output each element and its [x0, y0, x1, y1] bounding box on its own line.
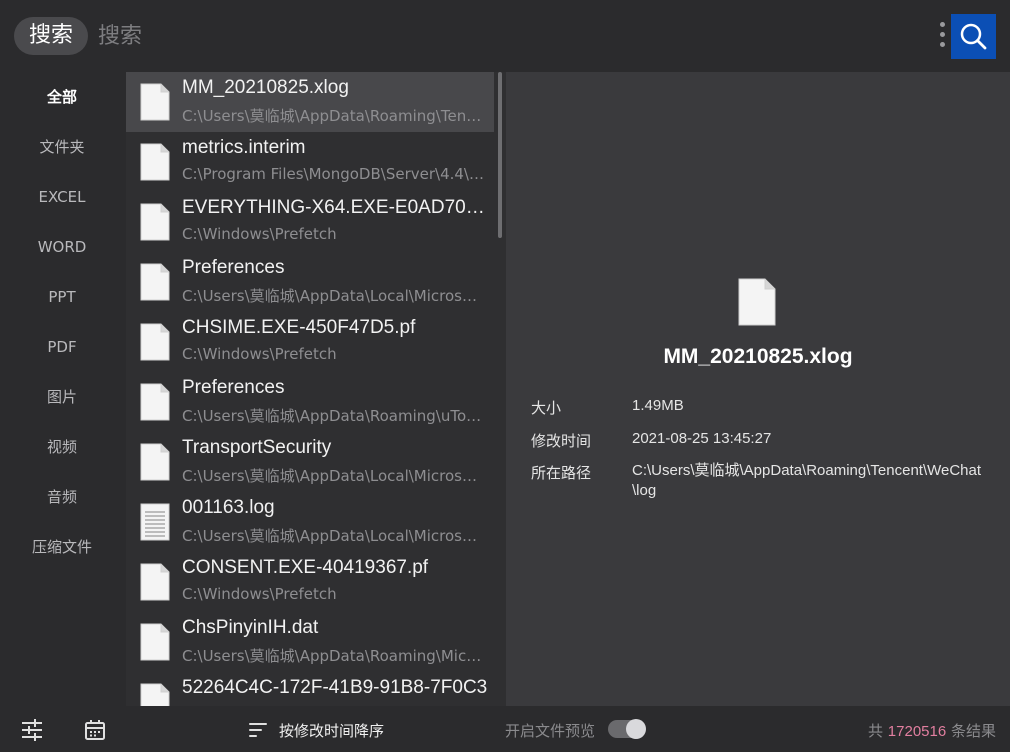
result-path: C:\Users\莫临城\AppData\Roaming\Microsoft [182, 647, 484, 665]
result-row[interactable]: 001163.log C:\Users\莫临城\AppData\Local\Mic… [126, 492, 494, 552]
path-value: C:\Users\莫临城\AppData\Roaming\Tencent\WeC… [632, 462, 982, 499]
list-scrollbar[interactable] [498, 72, 502, 238]
preview-toggle[interactable] [608, 719, 646, 739]
blank-file-icon [140, 263, 170, 301]
blank-file-icon [140, 443, 170, 481]
blank-file-icon [140, 623, 170, 661]
blank-file-icon [140, 323, 170, 361]
result-path: C:\Windows\Prefetch [182, 225, 337, 243]
sort-order-button[interactable]: 按修改时间降序 [279, 720, 384, 741]
result-path: C:\Users\莫临城\AppData\Local\Microsoft\Edg… [182, 287, 484, 305]
sidebar-item[interactable]: 全部 [0, 82, 124, 112]
sidebar-item[interactable]: PPT [0, 282, 124, 312]
search-input[interactable] [98, 17, 918, 55]
toggle-knob [626, 719, 646, 739]
modified-label: 修改时间 [531, 432, 592, 450]
sidebar-item[interactable]: WORD [0, 232, 124, 262]
result-row[interactable]: CONSENT.EXE-40419367.pf C:\Windows\Prefet… [126, 552, 494, 612]
count-prefix: 共 [868, 722, 884, 740]
count-number: 1720516 [887, 723, 947, 740]
blank-file-icon [140, 563, 170, 601]
sidebar-item[interactable]: 压缩文件 [0, 532, 124, 562]
preview-file-name: MM_20210825.xlog [663, 345, 853, 368]
result-name: EVERYTHING-X64.EXE-E0AD7022.pf [182, 197, 492, 218]
result-path: C:\Users\莫临城\AppData\Roaming\uTools [182, 407, 484, 425]
sidebar-item[interactable]: 图片 [0, 382, 124, 412]
size-value: 1.49MB [632, 397, 684, 414]
more-options-icon[interactable] [936, 22, 948, 52]
header-bar: 搜索 [0, 0, 1010, 72]
category-sidebar: 全部文件夹 EXCEL WORD PPT PDF 图片视频音频压缩文件 [0, 72, 124, 706]
sort-icon[interactable] [246, 718, 270, 742]
path-label: 所在路径 [531, 464, 592, 482]
result-count: 共 1720516 条结果 [868, 720, 996, 741]
result-name: Preferences [182, 377, 285, 398]
blank-file-icon [140, 383, 170, 421]
result-name: ChsPinyinIH.dat [182, 617, 319, 638]
sidebar-item[interactable]: 音频 [0, 482, 124, 512]
result-name: 52264C4C-172F-41B9-91B8-7F0C3 [182, 677, 488, 698]
result-row[interactable]: Preferences C:\Users\莫临城\AppData\Local\Mi… [126, 252, 494, 312]
result-name: metrics.interim [182, 137, 306, 158]
result-row[interactable]: CHSIME.EXE-450F47D5.pf C:\Windows\Prefetc… [126, 312, 494, 372]
blank-file-icon [140, 143, 170, 181]
result-row[interactable]: 52264C4C-172F-41B9-91B8-7F0C3 [126, 672, 494, 706]
results-list: MM_20210825.xlog C:\Users\莫临城\AppData\Roa… [126, 72, 506, 706]
search-button[interactable] [951, 14, 996, 59]
blank-file-icon [140, 83, 170, 121]
search-icon [960, 23, 987, 50]
result-name: Preferences [182, 257, 285, 278]
result-path: C:\Windows\Prefetch [182, 585, 337, 603]
result-name: CHSIME.EXE-450F47D5.pf [182, 317, 416, 338]
result-path: C:\Users\莫临城\AppData\Local\Microsoft\Edg… [182, 467, 484, 485]
filter-sliders-icon[interactable] [20, 718, 44, 742]
calendar-icon[interactable] [83, 718, 107, 742]
result-row[interactable]: ChsPinyinIH.dat C:\Users\莫临城\AppData\Roam… [126, 612, 494, 672]
sidebar-item[interactable]: EXCEL [0, 182, 124, 212]
result-row[interactable]: EVERYTHING-X64.EXE-E0AD7022.pf C:\Windows… [126, 192, 494, 252]
result-path: C:\Program Files\MongoDB\Server\4.4\data [182, 165, 484, 183]
result-row[interactable]: metrics.interim C:\Program Files\MongoDB\… [126, 132, 494, 192]
result-name: CONSENT.EXE-40419367.pf [182, 557, 429, 578]
search-tab[interactable]: 搜索 [14, 17, 88, 55]
modified-value: 2021-08-25 13:45:27 [632, 430, 772, 447]
result-row[interactable]: TransportSecurity C:\Users\莫临城\AppData\Lo… [126, 432, 494, 492]
result-path: C:\Windows\Prefetch [182, 345, 337, 363]
result-row[interactable]: Preferences C:\Users\莫临城\AppData\Roaming\… [126, 372, 494, 432]
result-path: C:\Users\莫临城\AppData\Roaming\Tencent\WeC… [182, 107, 484, 125]
result-path: C:\Users\莫临城\AppData\Local\Microsoft\Edg… [182, 527, 484, 545]
result-name: 001163.log [182, 497, 275, 518]
footer-bar: 按修改时间降序 开启文件预览 共 1720516 条结果 [0, 706, 1010, 752]
blank-file-icon [140, 203, 170, 241]
blank-file-icon [738, 278, 776, 326]
result-name: MM_20210825.xlog [182, 77, 349, 98]
sidebar-item[interactable]: PDF [0, 332, 124, 362]
sidebar-item[interactable]: 视频 [0, 432, 124, 462]
text-file-icon [140, 503, 170, 541]
count-suffix: 条结果 [950, 722, 996, 740]
result-name: TransportSecurity [182, 437, 332, 458]
size-label: 大小 [531, 399, 562, 417]
result-row[interactable]: MM_20210825.xlog C:\Users\莫临城\AppData\Roa… [126, 72, 494, 132]
preview-toggle-label: 开启文件预览 [505, 722, 596, 740]
blank-file-icon [140, 683, 170, 706]
sidebar-item[interactable]: 文件夹 [0, 132, 124, 162]
preview-pane: MM_20210825.xlog 大小 1.49MB 修改时间 2021-08-… [506, 72, 1010, 706]
